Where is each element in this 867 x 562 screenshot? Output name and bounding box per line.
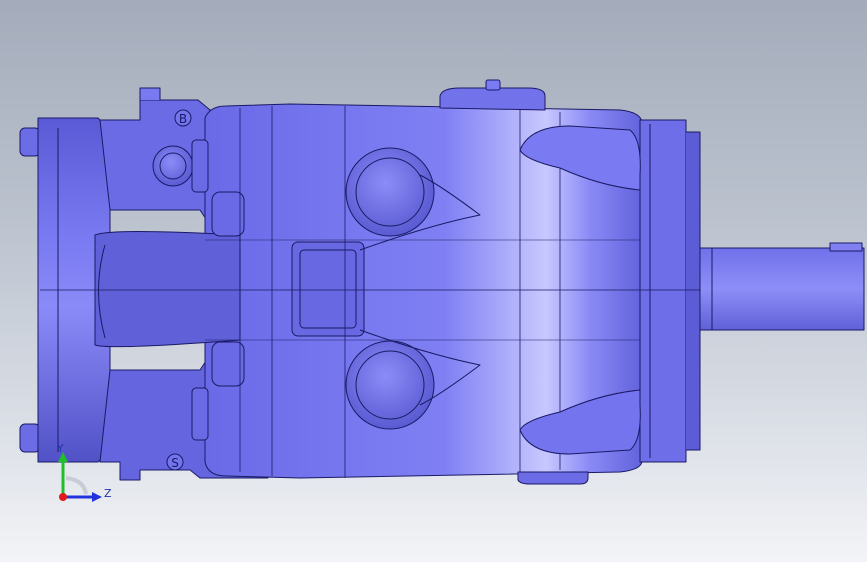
port-label-b: B [174, 109, 192, 127]
center-window [291, 241, 365, 337]
triad-y-label: Y [56, 442, 64, 455]
triad-z-label: Z [104, 487, 112, 500]
center-yoke [94, 231, 241, 348]
top-boss [439, 87, 546, 111]
shaft-key [829, 242, 863, 252]
cover-knob-bottom [19, 423, 41, 453]
port-label-b-text: B [179, 112, 187, 126]
cad-viewport[interactable]: B S Y Z [0, 0, 867, 562]
pump-model-view[interactable]: B S Y Z [0, 0, 867, 562]
triad-z-arrowhead [92, 492, 102, 502]
port-label-s-text: S [171, 456, 179, 470]
side-port-upper [345, 147, 435, 237]
cover-knob-top [19, 127, 41, 157]
port-label-s: S [166, 453, 184, 471]
drive-shaft [699, 247, 865, 331]
fitting-top [152, 145, 194, 187]
side-port-lower [345, 340, 435, 430]
mounting-flange [639, 119, 687, 463]
bottom-boss [517, 471, 589, 485]
triad-origin [59, 493, 67, 501]
